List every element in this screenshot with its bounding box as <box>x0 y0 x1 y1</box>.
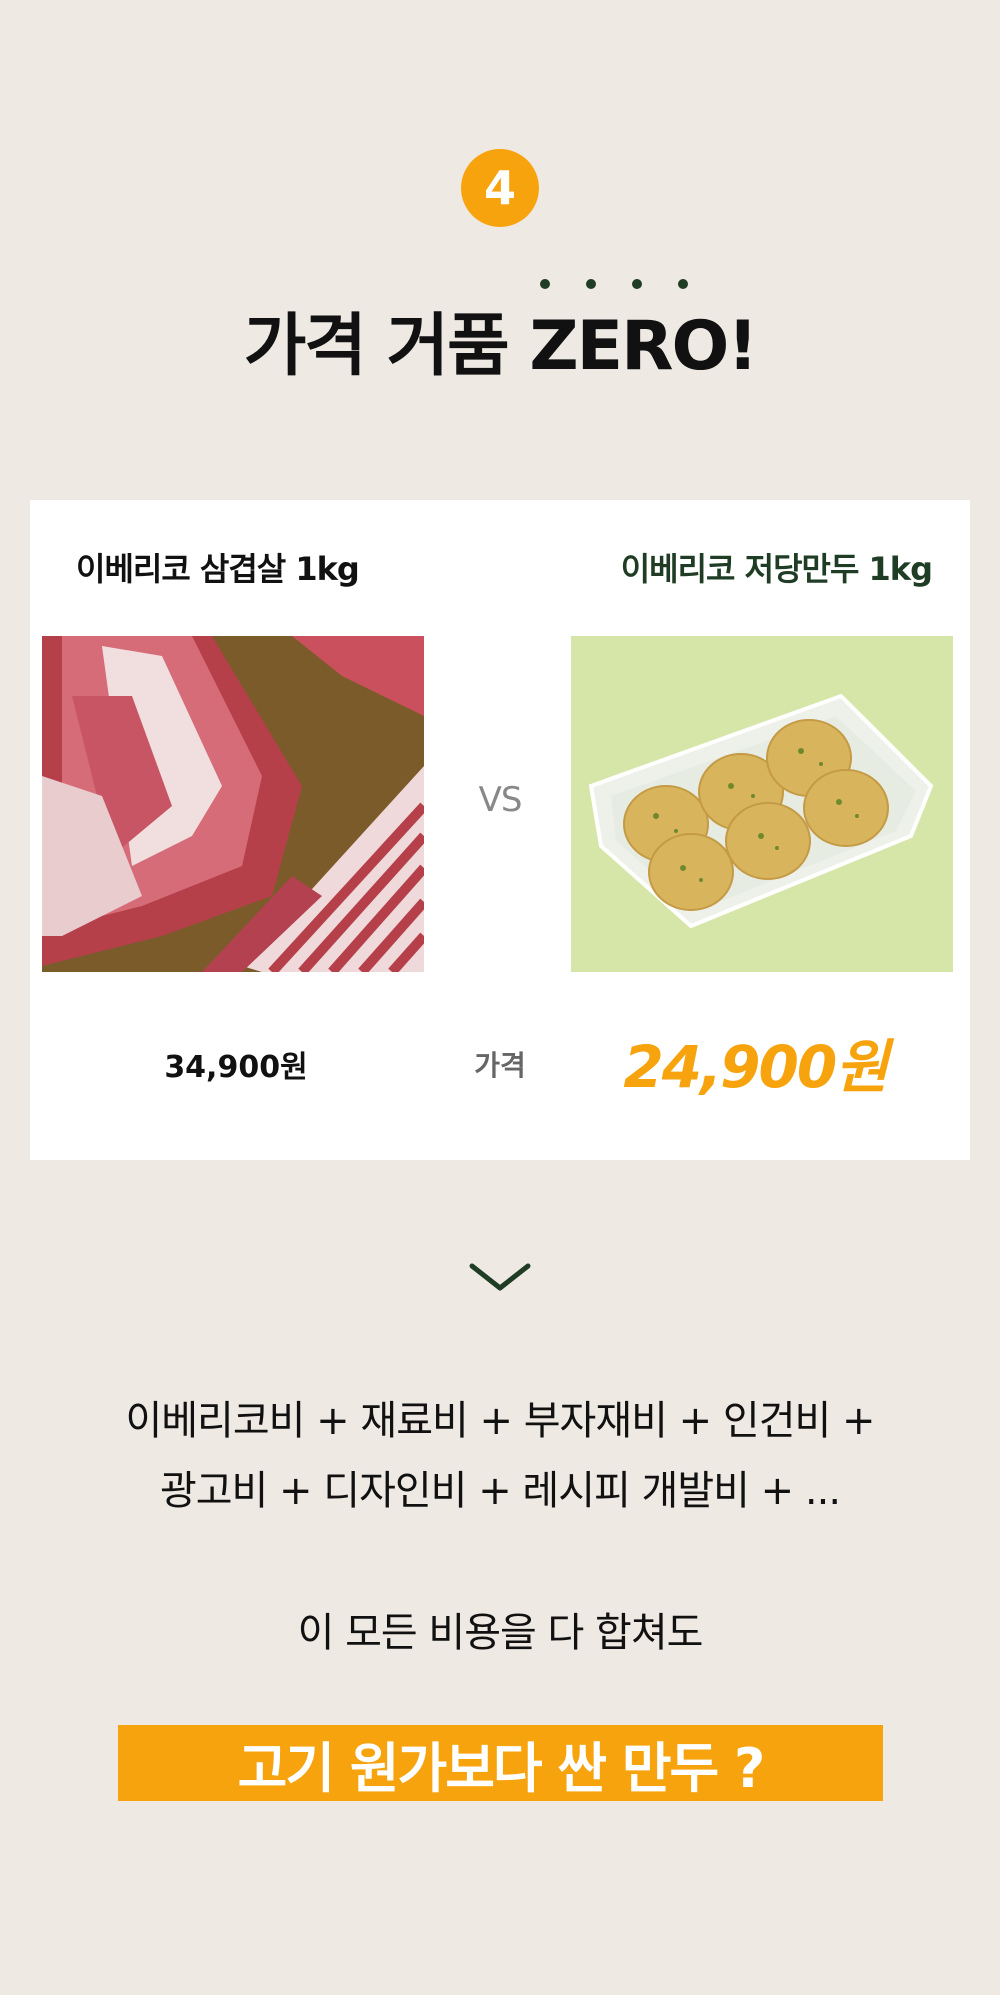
vs-label: VS <box>478 780 523 820</box>
dumpling-price: 24,900원 <box>623 1033 888 1101</box>
highlight-banner: 고기 원가보다 싼 만두 ? <box>118 1725 883 1801</box>
banner-text: 고기 원가보다 싼 만두 ? <box>237 1736 766 1800</box>
pork-belly-price: 34,900원 <box>164 1050 308 1085</box>
summary-line: 이 모든 비용을 다 합쳐도 <box>297 1610 704 1656</box>
price-comparison-card: 이베리코 삼겹살 1kg 이베리코 저당만두 1kg VS 34,900원 가격… <box>30 500 970 1160</box>
step-number: 4 <box>483 161 516 215</box>
pork-belly-photo <box>42 636 424 972</box>
cost-breakdown-line-2: 광고비 + 디자인비 + 레시피 개발비 + ... <box>159 1468 841 1514</box>
price-row-label: 가격 <box>474 1049 526 1082</box>
dumpling-photo <box>571 636 953 972</box>
page-headline: 가격 거품 ZERO! <box>243 307 759 386</box>
chevron-down-icon <box>469 1263 531 1291</box>
cost-breakdown-line-1: 이베리코비 + 재료비 + 부자재비 + 인건비 + <box>125 1398 875 1444</box>
dumpling-title: 이베리코 저당만두 1kg <box>620 550 933 588</box>
pork-belly-title: 이베리코 삼겹살 1kg <box>76 550 360 588</box>
step-number-badge: 4 <box>461 149 539 227</box>
